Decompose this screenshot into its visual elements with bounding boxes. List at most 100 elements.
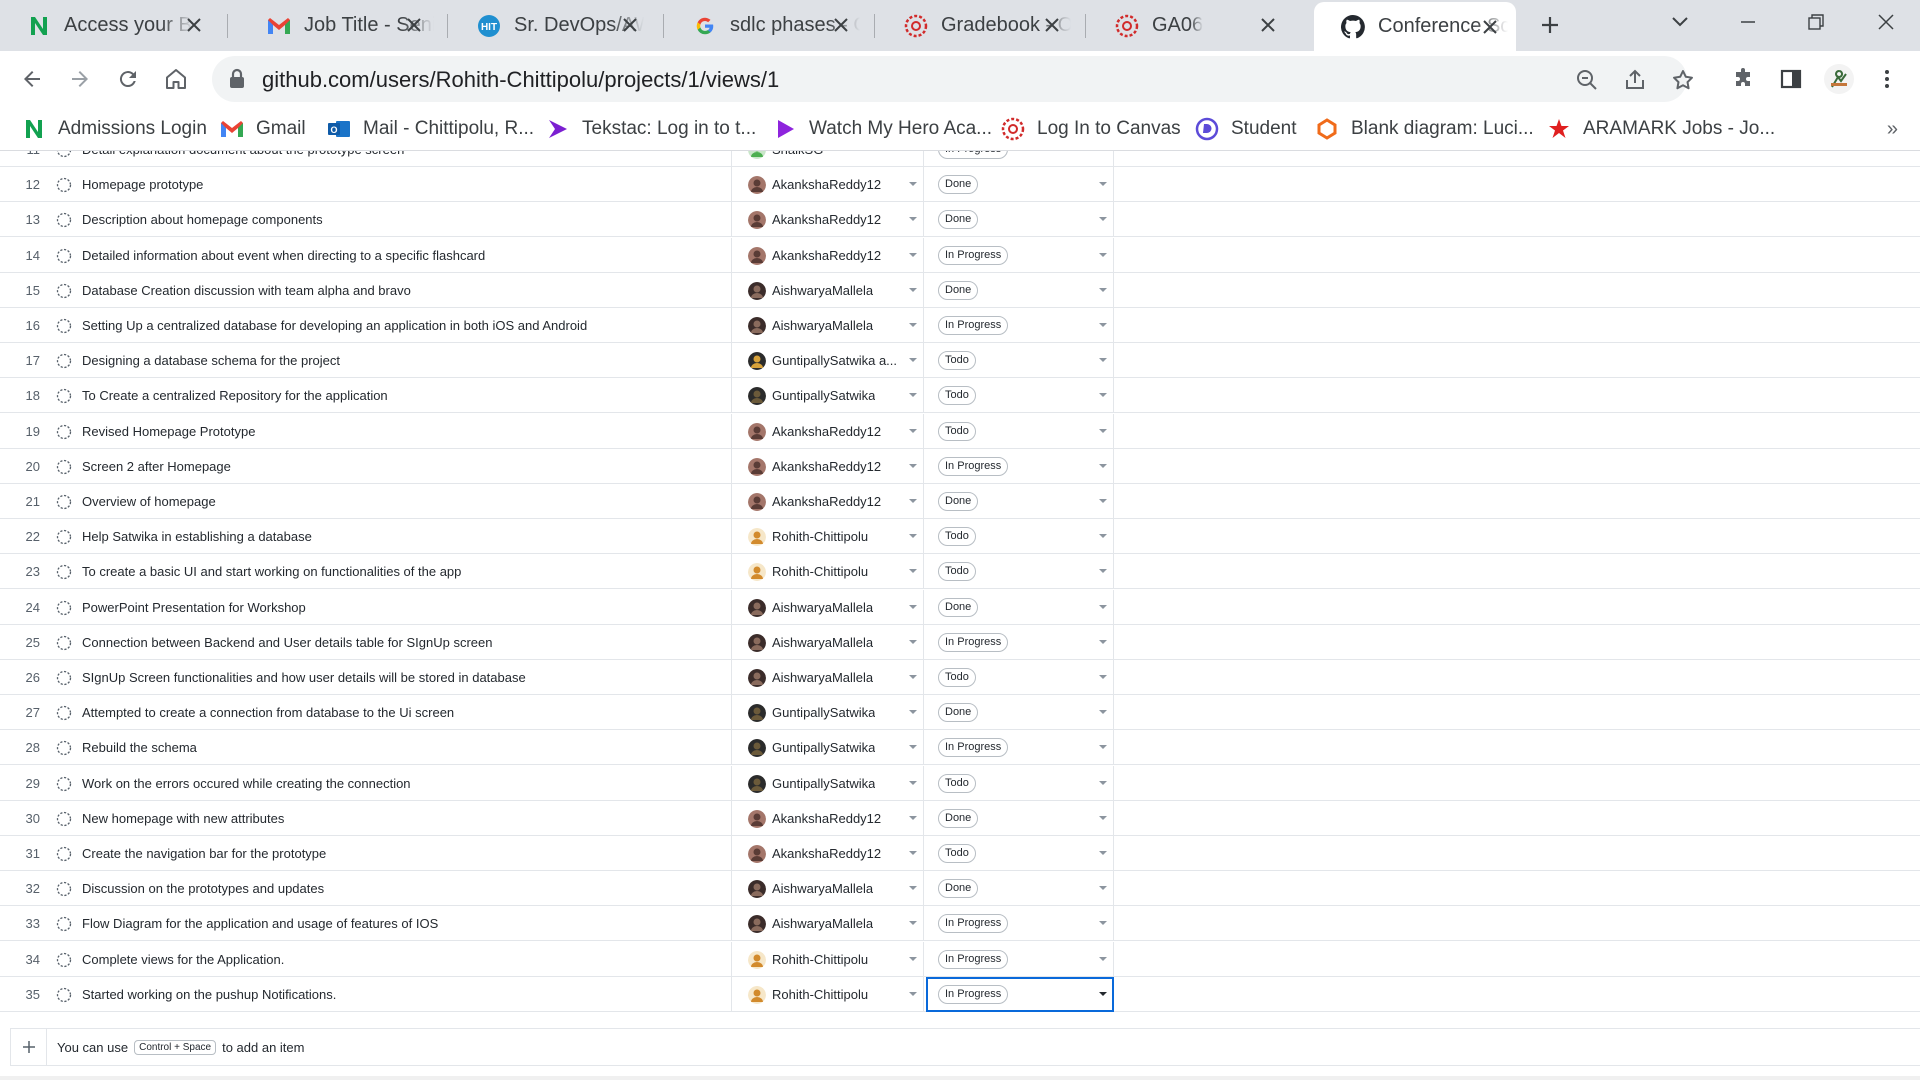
zoom-icon[interactable]	[1573, 66, 1601, 94]
assignee-cell[interactable]: ShaikSG	[736, 151, 924, 167]
new-tab-button[interactable]	[1533, 8, 1567, 42]
status-cell[interactable]: Done	[926, 167, 1114, 202]
chevron-down-icon[interactable]	[909, 393, 917, 397]
chevron-down-icon[interactable]	[1099, 569, 1107, 573]
forward-button[interactable]	[62, 61, 98, 97]
status-cell[interactable]: Todo	[926, 414, 1114, 449]
bookmark-item[interactable]: Blank diagram: Luci...	[1315, 107, 1534, 151]
table-row[interactable]: 23 To create a basic UI and start working…	[0, 554, 1920, 589]
browser-tab[interactable]: Job Title - Seni	[240, 0, 440, 51]
assignee-cell[interactable]: GuntipallySatwika	[736, 695, 924, 730]
item-title-cell[interactable]: SIgnUp Screen functionalities and how us…	[56, 660, 732, 695]
table-row[interactable]: 11 Detail explanation document about the …	[0, 151, 1920, 167]
chevron-down-icon[interactable]	[1099, 253, 1107, 257]
status-cell[interactable]: Todo	[926, 519, 1114, 554]
menu-button[interactable]	[1870, 62, 1904, 96]
assignee-cell[interactable]: AishwaryaMallela	[736, 871, 924, 906]
status-cell[interactable]: Done	[926, 695, 1114, 730]
assignee-cell[interactable]: AkankshaReddy12	[736, 238, 924, 273]
item-title-cell[interactable]: To create a basic UI and start working o…	[56, 554, 732, 589]
item-title-cell[interactable]: Help Satwika in establishing a database	[56, 519, 732, 554]
chevron-down-icon[interactable]	[1099, 429, 1107, 433]
close-tab-icon[interactable]	[1478, 15, 1502, 39]
chevron-down-icon[interactable]	[909, 921, 917, 925]
chevron-down-icon[interactable]	[909, 640, 917, 644]
chevron-down-icon[interactable]	[909, 253, 917, 257]
status-cell[interactable]: Done	[926, 590, 1114, 625]
assignee-cell[interactable]: GuntipallySatwika	[736, 378, 924, 413]
chevron-down-icon[interactable]	[909, 675, 917, 679]
chevron-down-icon[interactable]	[909, 182, 917, 186]
assignee-cell[interactable]: AishwaryaMallela	[736, 906, 924, 941]
close-tab-icon[interactable]	[402, 13, 426, 37]
table-row[interactable]: 35 Started working on the pushup Notifica…	[0, 977, 1920, 1012]
bookmark-item[interactable]: Student	[1195, 107, 1297, 151]
bookmark-item[interactable]: ARAMARK Jobs - Jo...	[1547, 107, 1775, 151]
profile-avatar[interactable]	[1822, 62, 1856, 96]
table-row[interactable]: 32 Discussion on the prototypes and updat…	[0, 871, 1920, 906]
assignee-cell[interactable]: AishwaryaMallela	[736, 590, 924, 625]
item-title-cell[interactable]: PowerPoint Presentation for Workshop	[56, 590, 732, 625]
chevron-down-icon[interactable]	[1099, 921, 1107, 925]
chevron-down-icon[interactable]	[1099, 816, 1107, 820]
chevron-down-icon[interactable]	[909, 710, 917, 714]
status-cell[interactable]: In Progress	[926, 730, 1114, 765]
assignee-cell[interactable]: GuntipallySatwika	[736, 766, 924, 801]
status-cell[interactable]: In Progress	[926, 977, 1114, 1012]
chevron-down-icon[interactable]	[909, 886, 917, 890]
bookmark-item[interactable]: Watch My Hero Aca...	[773, 107, 992, 151]
item-title-cell[interactable]: Detail explanation document about the pr…	[56, 151, 732, 167]
item-title-cell[interactable]: Rebuild the schema	[56, 730, 732, 765]
table-row[interactable]: 26 SIgnUp Screen functionalities and how …	[0, 660, 1920, 695]
table-row[interactable]: 19 Revised Homepage Prototype AkankshaRedd…	[0, 414, 1920, 449]
bookmark-item[interactable]: Admissions Login	[22, 107, 207, 151]
item-title-cell[interactable]: To Create a centralized Repository for t…	[56, 378, 732, 413]
status-cell[interactable]: In Progress	[926, 906, 1114, 941]
chevron-down-icon[interactable]	[909, 745, 917, 749]
chevron-down-icon[interactable]	[909, 358, 917, 362]
item-title-cell[interactable]: Attempted to create a connection from da…	[56, 695, 732, 730]
assignee-cell[interactable]: AkankshaReddy12	[736, 167, 924, 202]
assignee-cell[interactable]: AkankshaReddy12	[736, 801, 924, 836]
status-cell[interactable]: In Progress	[926, 625, 1114, 660]
table-row[interactable]: 25 Connection between Backend and User de…	[0, 625, 1920, 660]
chevron-down-icon[interactable]	[1099, 781, 1107, 785]
browser-tab[interactable]: Access your Be	[0, 0, 220, 51]
chevron-down-icon[interactable]	[1099, 710, 1107, 714]
item-title-cell[interactable]: Database Creation discussion with team a…	[56, 273, 732, 308]
status-cell[interactable]: Todo	[926, 766, 1114, 801]
assignee-cell[interactable]: Rohith-Chittipolu	[736, 942, 924, 977]
item-title-cell[interactable]: Description about homepage components	[56, 202, 732, 237]
close-tab-icon[interactable]	[1256, 13, 1280, 37]
assignee-cell[interactable]: Rohith-Chittipolu	[736, 554, 924, 589]
item-title-cell[interactable]: Revised Homepage Prototype	[56, 414, 732, 449]
item-title-cell[interactable]: New homepage with new attributes	[56, 801, 732, 836]
assignee-cell[interactable]: AishwaryaMallela	[736, 308, 924, 343]
status-cell[interactable]: Todo	[926, 343, 1114, 378]
address-bar[interactable]: github.com/users/Rohith-Chittipolu/proje…	[212, 56, 1693, 102]
chevron-down-icon[interactable]	[909, 957, 917, 961]
chevron-down-icon[interactable]	[1099, 393, 1107, 397]
chevron-down-icon[interactable]	[909, 534, 917, 538]
tab-search-button[interactable]	[1646, 0, 1714, 44]
table-row[interactable]: 33 Flow Diagram for the application and u…	[0, 906, 1920, 941]
share-icon[interactable]	[1621, 66, 1649, 94]
assignee-cell[interactable]: AishwaryaMallela	[736, 625, 924, 660]
status-cell[interactable]: Done	[926, 273, 1114, 308]
item-title-cell[interactable]: Overview of homepage	[56, 484, 732, 519]
assignee-cell[interactable]: AkankshaReddy12	[736, 414, 924, 449]
chevron-down-icon[interactable]	[909, 464, 917, 468]
assignee-cell[interactable]: AkankshaReddy12	[736, 202, 924, 237]
table-row[interactable]: 21 Overview of homepage AkankshaReddy12 Don…	[0, 484, 1920, 519]
chevron-down-icon[interactable]	[1099, 992, 1107, 996]
chevron-down-icon[interactable]	[1099, 605, 1107, 609]
item-title-cell[interactable]: Setting Up a centralized database for de…	[56, 308, 732, 343]
assignee-cell[interactable]: AkankshaReddy12	[736, 484, 924, 519]
chevron-down-icon[interactable]	[1099, 675, 1107, 679]
assignee-cell[interactable]: AishwaryaMallela	[736, 660, 924, 695]
browser-tab[interactable]: HIT Sr. DevOps/AW	[450, 0, 656, 51]
status-cell[interactable]: In Progress	[926, 449, 1114, 484]
browser-tab[interactable]: sdlc phases - G	[666, 0, 867, 51]
assignee-cell[interactable]: GuntipallySatwika a...	[736, 343, 924, 378]
chevron-down-icon[interactable]	[1099, 886, 1107, 890]
